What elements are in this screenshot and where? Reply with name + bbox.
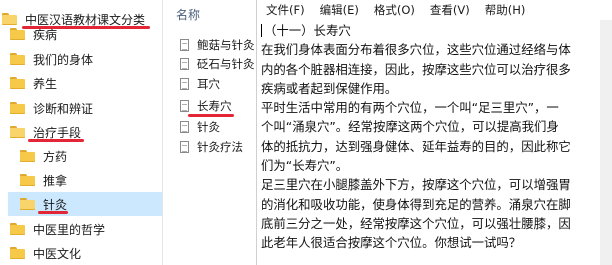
tree-item-tuina[interactable]: 推拿 — [20, 168, 67, 192]
file-item[interactable]: 耳穴 — [180, 74, 220, 93]
file-list-pane: 名称 鲍菇与针灸 砭石与针灸 耳穴 长寿穴 针灸 针灸疗法 — [164, 0, 256, 265]
file-item[interactable]: 针灸疗法 — [180, 137, 243, 156]
menu-edit[interactable]: 编辑(E) — [320, 2, 359, 18]
text-line: 疾病或者起到保健作用。 — [261, 80, 398, 96]
text-line: 体的抵抗力，达到强身健体、延年益寿的目的，因此称它 — [261, 138, 571, 154]
text-line: 内的各个脏器相连接，因此，按摩这些穴位可以治疗很多 — [261, 61, 571, 77]
tree-item-label: 中医里的哲学 — [33, 222, 106, 237]
text-line: 足三里穴在小腿膝盖外下方，按摩这个穴位，可以增强胃 — [261, 177, 571, 193]
text-editor[interactable]: （十一）长寿穴 在我们身体表面分布着很多穴位，这些穴位通过经络与体 内的各个脏器… — [261, 21, 601, 253]
file-item[interactable]: 砭石与针灸 — [180, 54, 255, 73]
tree-item-health-preservation[interactable]: 养生 — [10, 71, 57, 95]
text-line: 此老年人很适合按摩这个穴位。你想试一试吗？ — [261, 235, 522, 251]
text-file-icon — [180, 77, 189, 90]
file-label: 鲍菇与针灸 — [197, 37, 255, 52]
file-label: 针灸疗法 — [197, 139, 243, 154]
tree-item-label: 针灸 — [43, 197, 68, 212]
text-line: 平时生活中常用的有两个穴位，一个叫“足三里穴”，一 — [261, 100, 559, 116]
column-header-name[interactable]: 名称 — [176, 6, 200, 23]
text-file-icon — [180, 38, 189, 51]
folder-icon — [10, 53, 25, 65]
tree-item-diagnosis[interactable]: 诊断和辨证 — [10, 96, 93, 120]
folder-icon — [20, 198, 35, 210]
tree-item-label: 推拿 — [43, 173, 68, 188]
tree-item-philosophy[interactable]: 中医里的哲学 — [10, 217, 105, 241]
folder-icon — [10, 247, 25, 259]
text-line: （十一）长寿穴 — [261, 21, 601, 40]
menu-format[interactable]: 格式(O) — [374, 2, 415, 18]
file-item-selected[interactable]: 长寿穴 — [180, 96, 232, 115]
red-underline-annotation — [38, 211, 68, 214]
menu-view[interactable]: 查看(V) — [430, 2, 470, 18]
folder-icon — [20, 150, 35, 162]
menu-help[interactable]: 帮助(H) — [485, 2, 526, 18]
menu-file[interactable]: 文件(F) — [266, 2, 305, 18]
tree-item-label: 诊断和辨证 — [33, 101, 94, 116]
tree-item-prescriptions[interactable]: 方药 — [20, 144, 67, 168]
tree-item-label: 方药 — [43, 149, 68, 164]
tree-item-label: 我们的身体 — [33, 52, 94, 67]
text-line: 的消化和吸收功能，使身体得到充足的营养。涌泉穴在脚 — [261, 196, 571, 212]
text-line: 个叫“涌泉穴”。经常按摩这两个穴位，可以提高我们身 — [261, 119, 559, 135]
vertical-scrollbar[interactable] — [600, 20, 612, 265]
text-line: 在我们身体表面分布着很多穴位，这些穴位通过经络与体 — [261, 42, 571, 58]
tree-item-diseases[interactable]: 疾病 — [10, 22, 57, 46]
text-line: 底前三分之一处，经常按摩这个穴位，可以强壮腰膝，因 — [261, 215, 571, 231]
file-label: 砭石与针灸 — [197, 56, 255, 71]
text-file-icon — [180, 120, 189, 133]
folder-icon — [10, 28, 25, 40]
file-item[interactable]: 针灸 — [180, 117, 220, 136]
tree-item-label: 疾病 — [33, 27, 58, 42]
file-label: 针灸 — [197, 119, 220, 134]
folder-icon — [10, 126, 25, 138]
text-file-icon — [180, 99, 189, 112]
tree-item-label: 治疗手段 — [33, 125, 82, 140]
menu-bar: 文件(F) 编辑(E) 格式(O) 查看(V) 帮助(H) — [257, 0, 612, 20]
tree-item-our-body[interactable]: 我们的身体 — [10, 47, 93, 71]
folder-icon — [10, 77, 25, 89]
text-line: 们为“长寿穴”。 — [261, 158, 349, 174]
folder-icon — [10, 102, 25, 114]
text-line-content: （十一）长寿穴 — [264, 23, 351, 38]
file-item[interactable]: 鲍菇与针灸 — [180, 35, 255, 54]
file-label: 长寿穴 — [197, 98, 232, 113]
text-caret — [261, 24, 262, 37]
text-file-icon — [180, 140, 189, 153]
file-label: 耳穴 — [197, 76, 220, 91]
folder-tree: 中医汉语教材课文分类 疾病 我们的身体 养生 诊断和辨证 治疗手段 方药 推拿 … — [0, 0, 163, 265]
red-underline-annotation — [28, 139, 84, 142]
tree-item-culture[interactable]: 中医文化 — [10, 241, 81, 265]
notepad-window: 文件(F) 编辑(E) 格式(O) 查看(V) 帮助(H) （十一）长寿穴 在我… — [256, 0, 612, 265]
tree-item-label: 养生 — [33, 76, 58, 91]
text-file-icon — [180, 57, 189, 70]
folder-icon — [10, 223, 25, 235]
tree-item-label: 中医文化 — [33, 246, 82, 261]
tree-item-acupuncture[interactable]: 针灸 — [8, 192, 162, 216]
folder-icon — [20, 174, 35, 186]
